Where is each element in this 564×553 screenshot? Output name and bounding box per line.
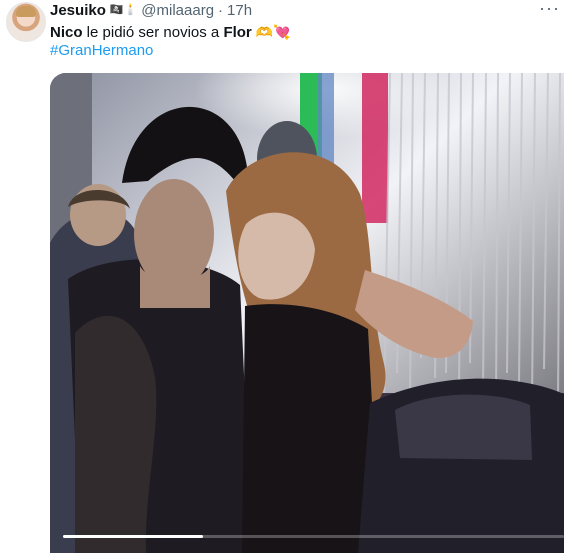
video-player[interactable]: [50, 73, 564, 553]
heart-hands-emoji: 🫶💘: [251, 24, 291, 40]
timestamp[interactable]: 17h: [227, 2, 252, 19]
mention-flor: Flor: [223, 24, 252, 41]
tweet-header: Jesuiko 🏴‍☠️🕯️ @milaaarg · 17h: [50, 1, 252, 19]
separator-dot: ·: [218, 1, 224, 19]
video-progress-track[interactable]: [63, 535, 564, 538]
tweet: Jesuiko 🏴‍☠️🕯️ @milaaarg · 17h ··· Nico …: [0, 0, 564, 553]
author-handle[interactable]: @milaaarg: [141, 2, 214, 19]
author-name[interactable]: Jesuiko: [50, 2, 106, 19]
avatar[interactable]: [6, 2, 46, 42]
tweet-text: Nico le pidió ser novios a Flor 🫶💘: [50, 22, 291, 43]
more-horizontal-icon[interactable]: ···: [539, 0, 560, 17]
mention-nico: Nico: [50, 24, 83, 41]
author-badge-icons: 🏴‍☠️🕯️: [109, 3, 138, 16]
video-frame: [50, 73, 564, 553]
video-progress-fill: [63, 535, 204, 538]
tweet-text-middle: le pidió ser novios a: [82, 24, 224, 41]
hashtag-link[interactable]: #GranHermano: [50, 41, 153, 61]
